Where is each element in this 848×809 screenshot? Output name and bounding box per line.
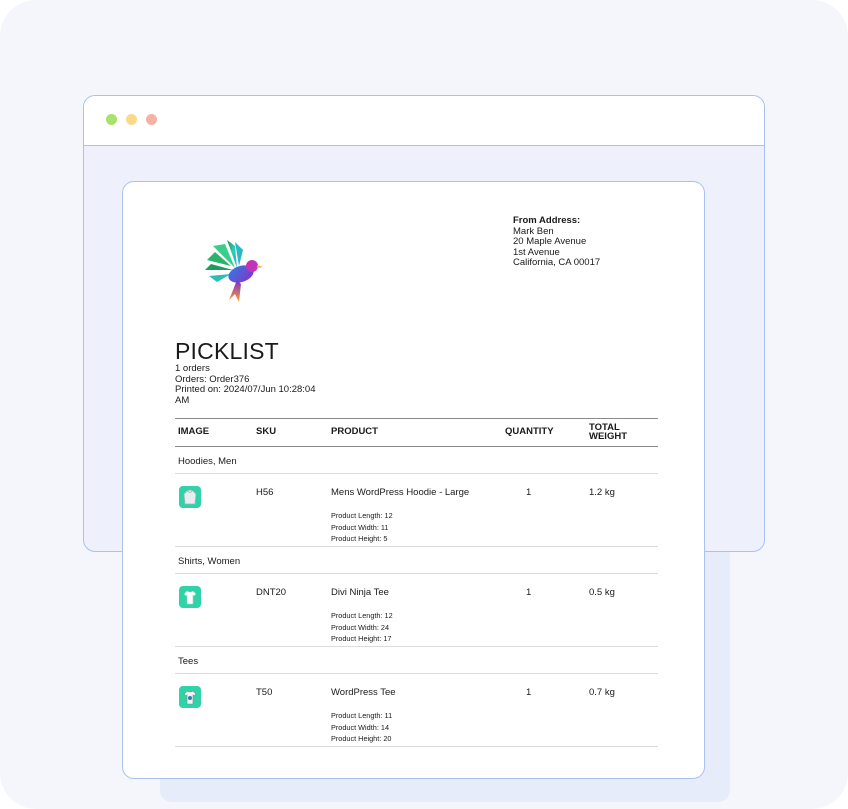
from-address-title: From Address: [513,215,581,226]
group-row: Tees [175,647,658,674]
orders-count: 1 orders [175,363,210,374]
item-sku: T50 [256,687,273,698]
header-quantity: QUANTITY [505,426,554,437]
item-length: Product Length: 12 [331,511,393,520]
printed-on: Printed on: 2024/07/Jun 10:28:04 AM [175,384,316,406]
item-width: Product Width: 11 [331,522,389,532]
header-product: PRODUCT [331,426,378,437]
window-dot-red[interactable] [146,114,157,125]
item-quantity: 1 [526,487,532,498]
item-quantity: 1 [526,687,532,698]
window-dot-green[interactable] [106,114,117,125]
item-width: Product Width: 14 [331,722,389,732]
window-dot-yellow[interactable] [126,114,137,125]
item-product: Divi Ninja Tee [331,587,389,598]
table-row: H56 Mens WordPress Hoodie - Large 1 1.2 … [175,474,658,547]
item-weight: 0.7 kg [589,687,615,698]
table-row: T50 WordPress Tee 1 0.7 kg Product Lengt… [175,674,658,747]
table-header: IMAGE SKU PRODUCT QUANTITY TOTAL WEIGHT [175,418,658,447]
group-label: Shirts, Women [178,556,241,567]
picklist-meta: 1 orders Orders: Order376 Printed on: 20… [175,363,325,406]
picklist-table: IMAGE SKU PRODUCT QUANTITY TOTAL WEIGHT H… [175,418,658,747]
item-weight: 1.2 kg [589,487,615,498]
group-row: Shirts, Women [175,547,658,574]
item-width: Product Width: 24 [331,622,389,632]
browser-title-bar [84,96,764,146]
header-image: IMAGE [178,426,210,437]
item-dimensions: Product Length: 11 Product Width: 14 Pro… [331,710,392,745]
item-sku: DNT20 [256,587,287,598]
hummingbird-logo-icon [205,240,263,302]
picklist-title: PICKLIST [175,338,279,364]
table-row: DNT20 Divi Ninja Tee 1 0.5 kg Product Le… [175,574,658,647]
tshirt-icon [179,686,201,708]
from-address-line: 20 Maple Avenue [513,236,587,247]
item-dimensions: Product Length: 12 Product Width: 24 Pro… [331,610,393,645]
group-row: Hoodies, Men [175,447,658,474]
header-total-weight: TOTAL WEIGHT [589,422,627,442]
item-weight: 0.5 kg [589,587,615,598]
item-product: WordPress Tee [331,687,396,698]
header-sku: SKU [256,426,277,437]
picklist-document: From Address: Mark Ben 20 Maple Avenue 1… [122,181,705,779]
item-height: Product Height: 20 [331,734,392,743]
group-label: Tees [178,656,199,667]
item-length: Product Length: 12 [331,611,393,620]
item-sku: H56 [256,487,274,498]
item-length: Product Length: 11 [331,711,393,720]
hoodie-icon [179,486,201,508]
item-height: Product Height: 5 [331,534,388,543]
item-quantity: 1 [526,587,532,598]
group-label: Hoodies, Men [178,456,237,467]
item-dimensions: Product Length: 12 Product Width: 11 Pro… [331,510,393,545]
from-address: From Address: Mark Ben 20 Maple Avenue 1… [513,215,601,269]
tee-icon [179,586,201,608]
from-address-line: California, CA 00017 [513,257,601,268]
item-product: Mens WordPress Hoodie - Large [331,487,470,498]
item-height: Product Height: 17 [331,634,392,643]
